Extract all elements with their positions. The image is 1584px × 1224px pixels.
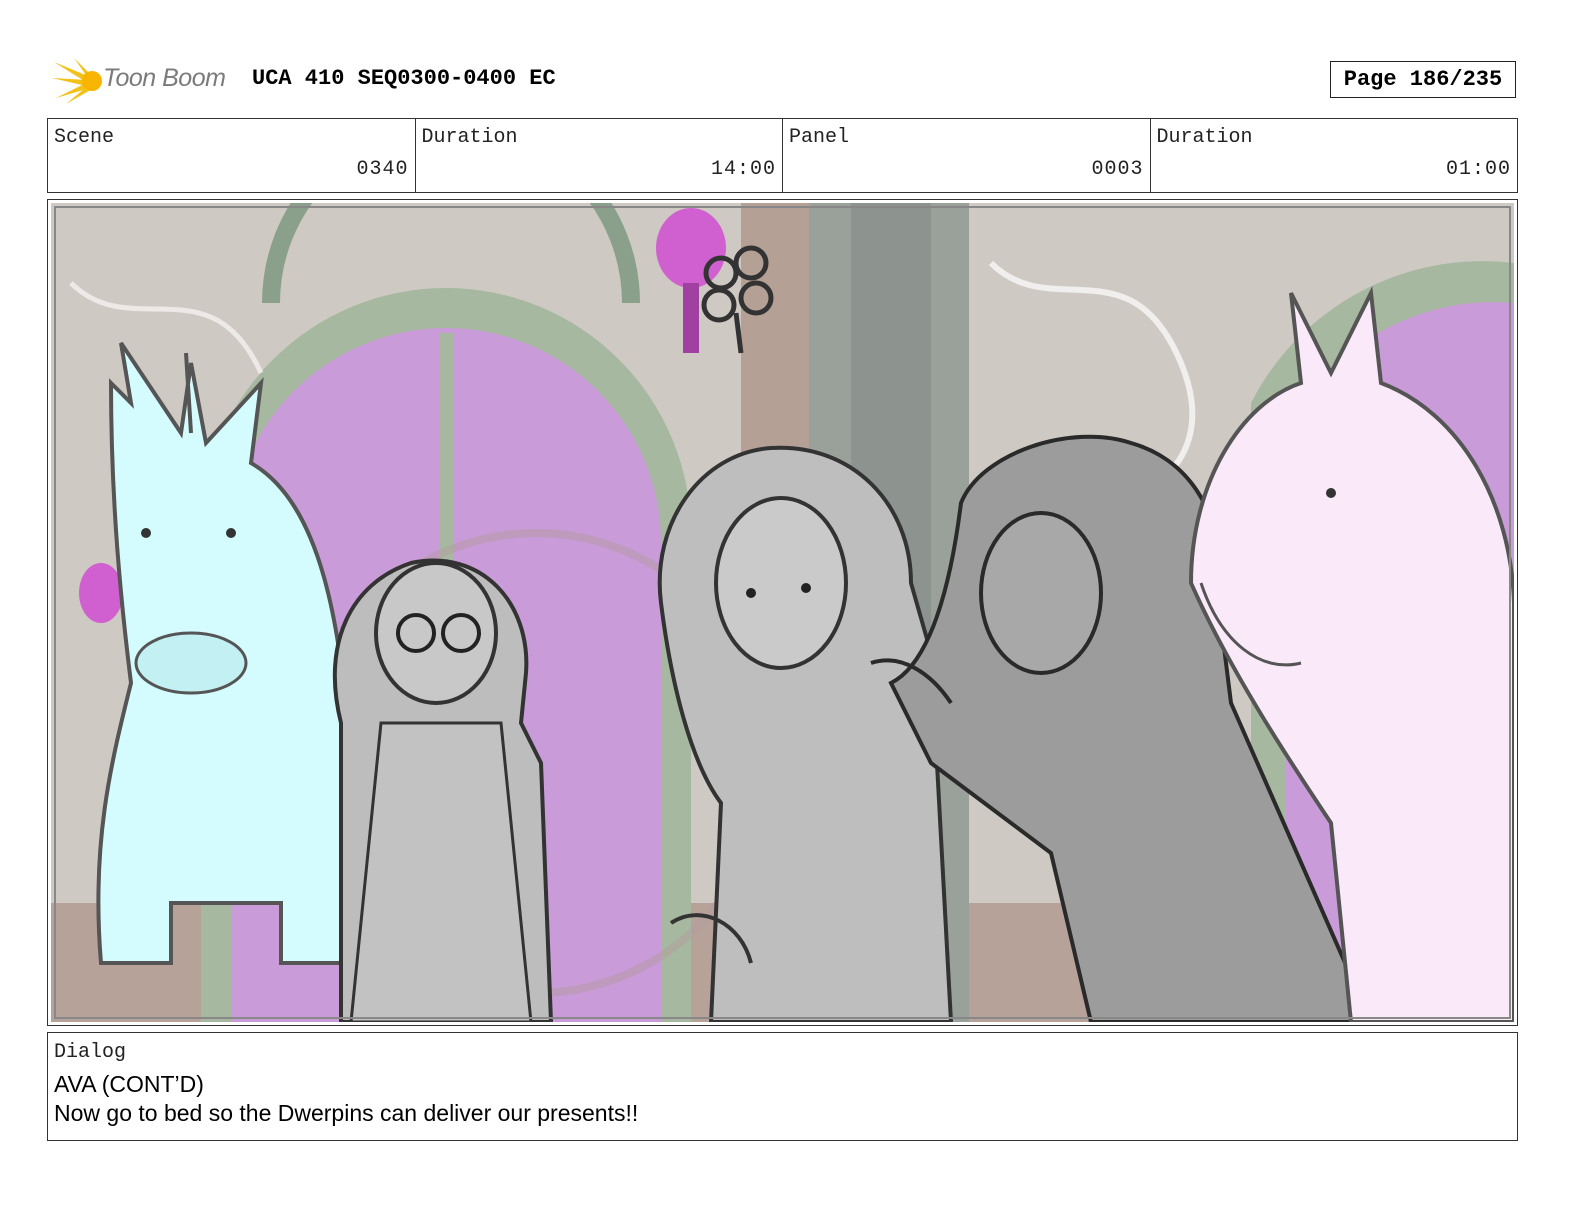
scene-duration-label: Duration [421,126,518,149]
panel-duration-cell: Duration 01:00 [1149,119,1518,192]
panel-duration-label: Duration [1156,126,1253,149]
page-number: Page 186/235 [1330,61,1516,98]
project-title: UCA 410 SEQ0300-0400 EC [252,66,556,91]
scene-value: 0340 [356,158,409,181]
scene-duration-value: 14:00 [710,158,776,181]
storyboard-panel-image [51,203,1514,1022]
logo-text: Toon Boom [103,64,226,92]
scene-duration-cell: Duration 14:00 [414,119,783,192]
dialog-label: Dialog [54,1041,127,1064]
scene-cell: Scene 0340 [48,119,415,192]
dialog-line: Now go to bed so the Dwerpins can delive… [54,1100,639,1126]
scene-label: Scene [54,126,115,149]
panel-cell: Panel 0003 [782,119,1150,192]
panel-info-table: Scene 0340 Duration 14:00 Panel 0003 Dur… [47,118,1518,193]
panel-value: 0003 [1091,158,1144,181]
panel-duration-value: 01:00 [1445,158,1511,181]
panel-label: Panel [789,126,850,149]
dialog-speaker: AVA (CONT’D) [54,1071,204,1097]
